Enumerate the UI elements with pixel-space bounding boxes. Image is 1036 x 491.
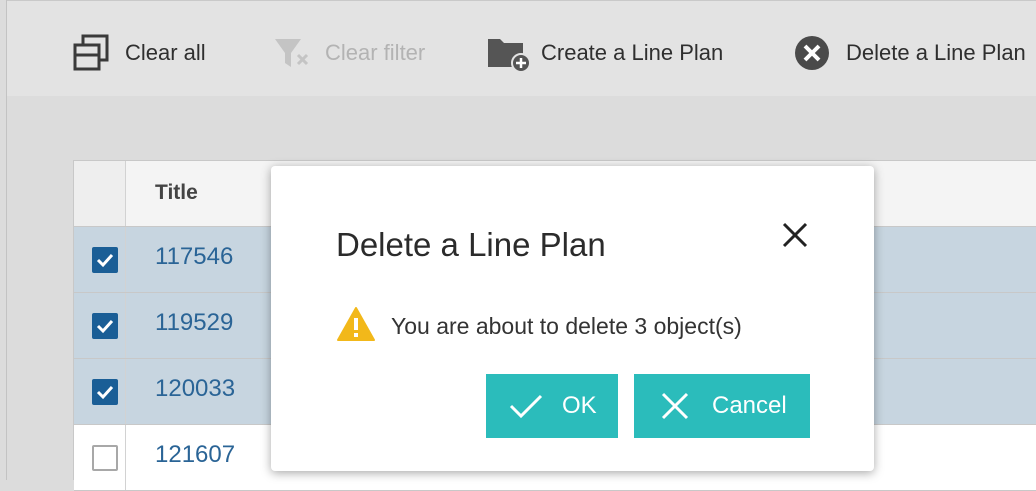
- dialog-title: Delete a Line Plan: [336, 226, 606, 263]
- header-checkbox-cell: [74, 161, 126, 226]
- check-icon: [508, 391, 544, 421]
- row-checkbox-cell: [74, 293, 126, 358]
- dialog-close-button[interactable]: [776, 218, 814, 256]
- clear-all-button[interactable]: Clear all: [69, 29, 206, 77]
- column-header-title[interactable]: Title: [155, 181, 198, 205]
- filter-clear-icon: [269, 31, 313, 75]
- toolbar: Clear all Clear filter Create a Line Pla…: [7, 0, 1036, 96]
- folder-add-icon: [485, 31, 529, 75]
- clear-all-label: Clear all: [125, 40, 206, 65]
- row-checkbox[interactable]: [92, 445, 118, 471]
- cancel-button[interactable]: Cancel: [634, 374, 810, 438]
- row-checkbox-cell: [74, 359, 126, 424]
- ok-button[interactable]: OK: [486, 374, 618, 438]
- ok-label: OK: [562, 392, 597, 419]
- create-line-plan-label: Create a Line Plan: [541, 40, 724, 65]
- clear-filter-label: Clear filter: [325, 40, 426, 65]
- row-title-link[interactable]: 121607: [155, 441, 235, 469]
- row-checkbox[interactable]: [92, 247, 118, 273]
- delete-line-plan-label: Delete a Line Plan: [846, 40, 1026, 65]
- row-checkbox-cell: [74, 227, 126, 292]
- row-checkbox[interactable]: [92, 379, 118, 405]
- close-icon: [780, 220, 810, 255]
- x-icon: [660, 391, 690, 421]
- row-checkbox[interactable]: [92, 313, 118, 339]
- clear-all-icon: [69, 31, 113, 75]
- clear-filter-button[interactable]: Clear filter: [269, 29, 425, 77]
- cancel-label: Cancel: [712, 392, 787, 419]
- delete-dialog: Delete a Line Plan You are about to dele…: [271, 166, 874, 471]
- create-line-plan-button[interactable]: Create a Line Plan: [485, 29, 723, 77]
- row-title-link[interactable]: 119529: [155, 309, 233, 337]
- row-checkbox-cell: [74, 425, 126, 490]
- row-title-link[interactable]: 117546: [155, 243, 233, 271]
- dialog-message: You are about to delete 3 object(s): [336, 306, 742, 347]
- dialog-message-text: You are about to delete 3 object(s): [391, 313, 742, 339]
- circle-x-icon: [790, 31, 834, 75]
- row-title-link[interactable]: 120033: [155, 375, 235, 403]
- warning-icon: [336, 306, 376, 347]
- delete-line-plan-button[interactable]: Delete a Line Plan: [790, 29, 1026, 77]
